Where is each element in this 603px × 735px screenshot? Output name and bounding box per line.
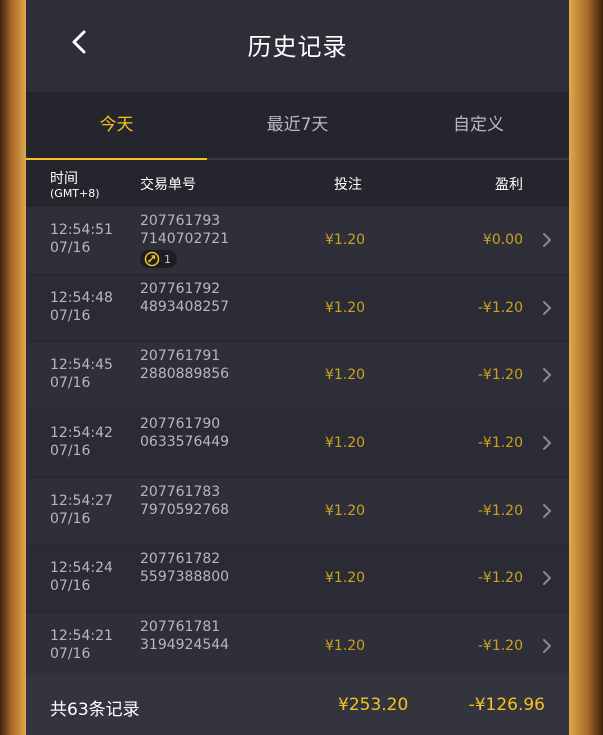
chevron-right-icon <box>543 300 551 315</box>
total-bet: ¥253.20 <box>338 695 409 715</box>
record-profit: ¥0.00 <box>482 232 523 248</box>
record-profit: -¥1.20 <box>477 299 523 316</box>
total-records-label: 共63条记录 <box>50 700 140 720</box>
background-left <box>0 0 26 735</box>
tab-custom[interactable]: 自定义 <box>388 92 569 158</box>
record-profit: -¥1.20 <box>477 502 523 519</box>
chevron-right-icon <box>543 639 551 654</box>
column-profit: 盈利 <box>495 177 523 193</box>
record-order-line2: 2880889856 <box>140 366 230 383</box>
record-profit: -¥1.20 <box>477 367 523 384</box>
chevron-right-icon <box>543 436 551 451</box>
summary-footer: 共63条记录 ¥253.20 -¥126.96 <box>26 675 569 735</box>
spin-icon <box>144 251 160 267</box>
record-order-line1: 207761790 <box>140 416 221 433</box>
record-date: 07/16 <box>50 510 91 527</box>
record-bet: ¥1.20 <box>325 367 366 384</box>
record-order-line2: 3194924544 <box>140 637 230 654</box>
record-row[interactable]: 12:54:51 07/16 207761793 7140702721 1 ¥1… <box>26 207 569 275</box>
record-order-line2: 7970592768 <box>140 501 230 518</box>
record-order-line1: 207761791 <box>140 348 221 365</box>
history-panel: 历史记录 今天 最近7天 自定义 时间 (GMT+8) 交易单号 投注 盈利 1… <box>26 0 569 735</box>
record-row[interactable]: 12:54:48 07/16 207761792 4893408257 ¥1.2… <box>26 274 569 343</box>
column-order-number: 交易单号 <box>140 177 196 193</box>
chevron-right-icon <box>543 503 551 518</box>
record-date: 07/16 <box>50 646 91 663</box>
record-time: 12:54:21 <box>50 628 113 645</box>
tab-today[interactable]: 今天 <box>26 92 207 160</box>
record-date: 07/16 <box>50 578 91 595</box>
record-date: 07/16 <box>50 307 91 324</box>
column-time: 时间 <box>50 171 78 187</box>
record-row[interactable]: 12:54:24 07/16 207761782 5597388800 ¥1.2… <box>26 545 569 614</box>
record-bet: ¥1.20 <box>325 638 366 655</box>
total-profit: -¥126.96 <box>468 695 545 715</box>
record-row[interactable]: 12:54:42 07/16 207761790 0633576449 ¥1.2… <box>26 410 569 478</box>
record-row[interactable]: 12:54:21 07/16 207761781 3194924544 ¥1.2… <box>26 613 569 681</box>
record-order-line2: 0633576449 <box>140 434 230 451</box>
record-bet: ¥1.20 <box>325 299 366 316</box>
free-spin-badge: 1 <box>140 250 177 268</box>
record-time: 12:54:51 <box>50 222 113 238</box>
record-list: 12:54:51 07/16 207761793 7140702721 1 ¥1… <box>26 207 569 681</box>
column-bet: 投注 <box>334 177 362 193</box>
record-date: 07/16 <box>50 443 91 460</box>
record-order-line2: 4893408257 <box>140 298 230 315</box>
record-order-line1: 207761793 <box>140 213 221 229</box>
tab-last-7-days[interactable]: 最近7天 <box>207 92 388 158</box>
record-time: 12:54:27 <box>50 492 113 509</box>
date-range-tabs: 今天 最近7天 自定义 <box>26 92 569 160</box>
record-order-line1: 207761783 <box>140 483 221 500</box>
chevron-right-icon <box>543 571 551 586</box>
record-order-line2: 7140702721 <box>140 231 230 247</box>
record-row[interactable]: 12:54:45 07/16 207761791 2880889856 ¥1.2… <box>26 342 569 411</box>
badge-count: 1 <box>164 252 171 266</box>
column-header: 时间 (GMT+8) 交易单号 投注 盈利 <box>26 160 569 207</box>
record-order-line1: 207761781 <box>140 619 221 636</box>
page-title: 历史记录 <box>247 33 348 61</box>
record-bet: ¥1.20 <box>325 502 366 519</box>
record-bet: ¥1.20 <box>325 435 366 452</box>
chevron-right-icon <box>543 368 551 383</box>
record-order-line1: 207761792 <box>140 280 221 297</box>
record-row[interactable]: 12:54:27 07/16 207761783 7970592768 ¥1.2… <box>26 477 569 546</box>
record-time: 12:54:48 <box>50 289 113 306</box>
record-bet: ¥1.20 <box>325 570 366 587</box>
record-date: 07/16 <box>50 375 91 392</box>
header-bar: 历史记录 <box>26 0 569 92</box>
record-time: 12:54:42 <box>50 425 113 442</box>
record-time: 12:54:24 <box>50 560 113 577</box>
column-timezone: (GMT+8) <box>50 187 100 200</box>
record-order-line2: 5597388800 <box>140 569 230 586</box>
record-profit: -¥1.20 <box>477 570 523 587</box>
record-bet: ¥1.20 <box>325 232 366 248</box>
record-date: 07/16 <box>50 240 91 256</box>
record-profit: -¥1.20 <box>477 435 523 452</box>
record-order-line1: 207761782 <box>140 551 221 568</box>
background-right <box>569 0 603 735</box>
record-time: 12:54:45 <box>50 357 113 374</box>
chevron-right-icon <box>543 233 551 247</box>
record-profit: -¥1.20 <box>477 638 523 655</box>
